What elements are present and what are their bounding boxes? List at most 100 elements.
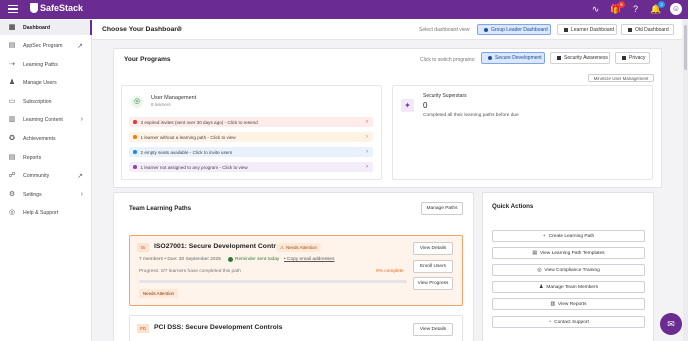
switch-programs-label: Click to switch programs:	[420, 57, 476, 63]
status-badge: Needs Attention	[139, 289, 178, 298]
users-icon: ♟	[539, 284, 544, 290]
alert-text: 1 learner without a learning path - Clic…	[140, 134, 236, 140]
sidebar-item-achievements[interactable]: ✪ Achievements	[0, 131, 92, 146]
path-title[interactable]: PCI DSS: Secure Development Controls	[154, 324, 282, 331]
enroll-users-button[interactable]: Enroll Users	[413, 260, 453, 273]
user-alert-row[interactable]: 1 learner without a learning path - Clic…	[129, 132, 373, 142]
alert-dot-icon	[133, 135, 137, 139]
sidebar-item-learning-paths[interactable]: ⇢ Learning Paths	[0, 57, 92, 72]
learner-icon	[564, 27, 568, 32]
sidebar-item-label: Help & Support	[23, 209, 59, 216]
gift-icon[interactable]: 🎁 6	[610, 0, 625, 15]
scrollbar-thumb[interactable]	[684, 25, 687, 70]
user-alert-row[interactable]: 3 expired invites (sent over 30 days ago…	[129, 117, 373, 127]
view-compliance-training-button[interactable]: ◎ View Compliance Training	[492, 264, 645, 276]
superstars-count: 0	[423, 101, 428, 110]
program-icon: ▤	[8, 41, 16, 49]
learner-dashboard-button[interactable]: Learner Dashboard	[557, 24, 617, 35]
top-icons: ∿ 🎁 6 ? 🔔 3 ☺	[590, 0, 682, 15]
user-alert-row[interactable]: 1 learner not assigned to any program - …	[129, 162, 373, 172]
bell-icon[interactable]: 🔔 3	[650, 0, 665, 15]
template-icon: ▤	[532, 250, 537, 256]
security-superstars-card	[392, 85, 653, 180]
sidebar-item-reports[interactable]: ▤ Reports	[0, 150, 92, 165]
gift-badge: 6	[618, 0, 625, 8]
app-logo[interactable]: SafeStack	[30, 3, 83, 13]
progress-text: Progress: 0/7 learners have completed th…	[139, 269, 241, 274]
sidebar-item-community[interactable]: ☍ Community ↗	[0, 168, 92, 183]
refresh-icon[interactable]: ↻	[177, 25, 183, 33]
action-label: View Reports	[558, 301, 587, 307]
action-label: View Learning Path Templates	[539, 250, 605, 256]
quick-actions-title: Quick Actions	[492, 203, 534, 210]
help-icon[interactable]: ?	[630, 4, 641, 15]
sidebar-item-label: AppSec Program	[23, 42, 63, 49]
menu-icon[interactable]	[8, 5, 18, 13]
dashboard-icon	[628, 27, 632, 32]
sidebar-item-appsec-program[interactable]: ▤ AppSec Program ↗	[0, 38, 92, 53]
alert-dot-icon	[133, 120, 137, 124]
program-security-awareness[interactable]: Security Awareness	[550, 52, 610, 64]
sidebar-item-help-support[interactable]: ◎ Help & Support	[0, 205, 92, 220]
chevron-right-icon: ›	[366, 134, 368, 140]
view-reports-button[interactable]: ▥ View Reports	[492, 298, 645, 310]
sidebar-item-manage-users[interactable]: ♟ Manage Users	[0, 75, 92, 90]
view-label: Old Dashboard	[635, 26, 669, 33]
view-label: Learner Dashboard	[571, 26, 615, 33]
bell-badge: 3	[658, 0, 665, 8]
sidebar-item-subscription[interactable]: ▭ Subscription	[0, 94, 92, 109]
program-secure-development[interactable]: Secure Development	[481, 52, 545, 64]
sidebar-item-label: Achievements	[23, 135, 56, 142]
top-bar: SafeStack ∿ 🎁 6 ? 🔔 3 ☺	[0, 0, 688, 19]
view-details-button[interactable]: View Details	[413, 242, 453, 255]
report-icon: ▤	[8, 153, 16, 161]
path-title[interactable]: ISO27001: Secure Development Controls	[154, 243, 286, 250]
manage-paths-button[interactable]: Manage Paths	[421, 202, 463, 215]
contact-support-button[interactable]: ◔ Contact Support	[492, 316, 645, 328]
path-badge-icon: PD	[137, 324, 149, 333]
sidebar-item-label: Learning Paths	[23, 61, 58, 68]
shield-logo-icon	[30, 3, 38, 13]
external-link-icon: ↗	[77, 42, 83, 50]
path-meta: 7 members • Due: 30 September 2025	[139, 257, 221, 262]
target-icon: ◎	[131, 96, 143, 108]
view-progress-button[interactable]: View Progress	[413, 277, 453, 290]
needs-attention-tag: ⚠ Needs Attention	[276, 243, 321, 252]
program-privacy[interactable]: Privacy	[615, 52, 650, 64]
chevron-right-icon: ›	[80, 191, 83, 198]
avatar[interactable]: ☺	[670, 3, 682, 15]
community-icon: ☍	[8, 171, 16, 179]
alert-dot-icon	[133, 165, 137, 169]
report-icon: ▥	[550, 301, 556, 307]
superstars-subtitle: Completed all their learning paths befor…	[423, 113, 519, 118]
gear-icon: ⚙	[8, 190, 16, 198]
doc-icon	[557, 56, 561, 60]
sidebar: ▦ Dashboard ▤ AppSec Program ↗ ⇢ Learning Pa…	[0, 19, 92, 341]
manage-team-members-button[interactable]: ♟ Manage Team Members	[492, 281, 645, 293]
sidebar-item-learning-content[interactable]: ▥ Learning Content ›	[0, 112, 92, 127]
external-link-icon: ↗	[77, 172, 83, 180]
activity-icon[interactable]: ∿	[590, 4, 601, 15]
create-learning-path-button[interactable]: + Create Learning Path	[492, 230, 645, 242]
old-dashboard-button[interactable]: Old Dashboard	[621, 24, 674, 35]
action-label: Contact Support	[554, 319, 589, 325]
sidebar-item-label: Settings	[23, 191, 42, 198]
view-templates-button[interactable]: ▤ View Learning Path Templates	[492, 247, 645, 259]
action-label: Create Learning Path	[548, 233, 595, 239]
view-details-button[interactable]: View Details	[413, 323, 453, 336]
trophy-icon: ✪	[9, 134, 15, 142]
progress-bar	[139, 280, 407, 283]
users-icon: ♟	[8, 78, 16, 86]
minimize-user-management-button[interactable]: Minimize User Management	[588, 74, 654, 82]
percent-complete: 0% complete	[376, 269, 404, 274]
user-alert-row[interactable]: 2 empty seats available - Click to invit…	[129, 147, 373, 157]
sidebar-item-label: Dashboard	[23, 24, 51, 31]
tag-label: Needs Attention	[285, 245, 317, 250]
superstars-title: Security Superstars	[423, 93, 467, 99]
sidebar-item-dashboard[interactable]: ▦ Dashboard	[0, 20, 92, 35]
path-icon: ⇢	[9, 60, 15, 68]
group-leader-dashboard-button[interactable]: Group Leader Dashboard	[477, 24, 551, 35]
chat-icon[interactable]: ✉	[660, 313, 682, 335]
copy-email-link[interactable]: • Copy email addresses	[284, 257, 334, 262]
sidebar-item-settings[interactable]: ⚙ Settings ›	[0, 187, 92, 202]
